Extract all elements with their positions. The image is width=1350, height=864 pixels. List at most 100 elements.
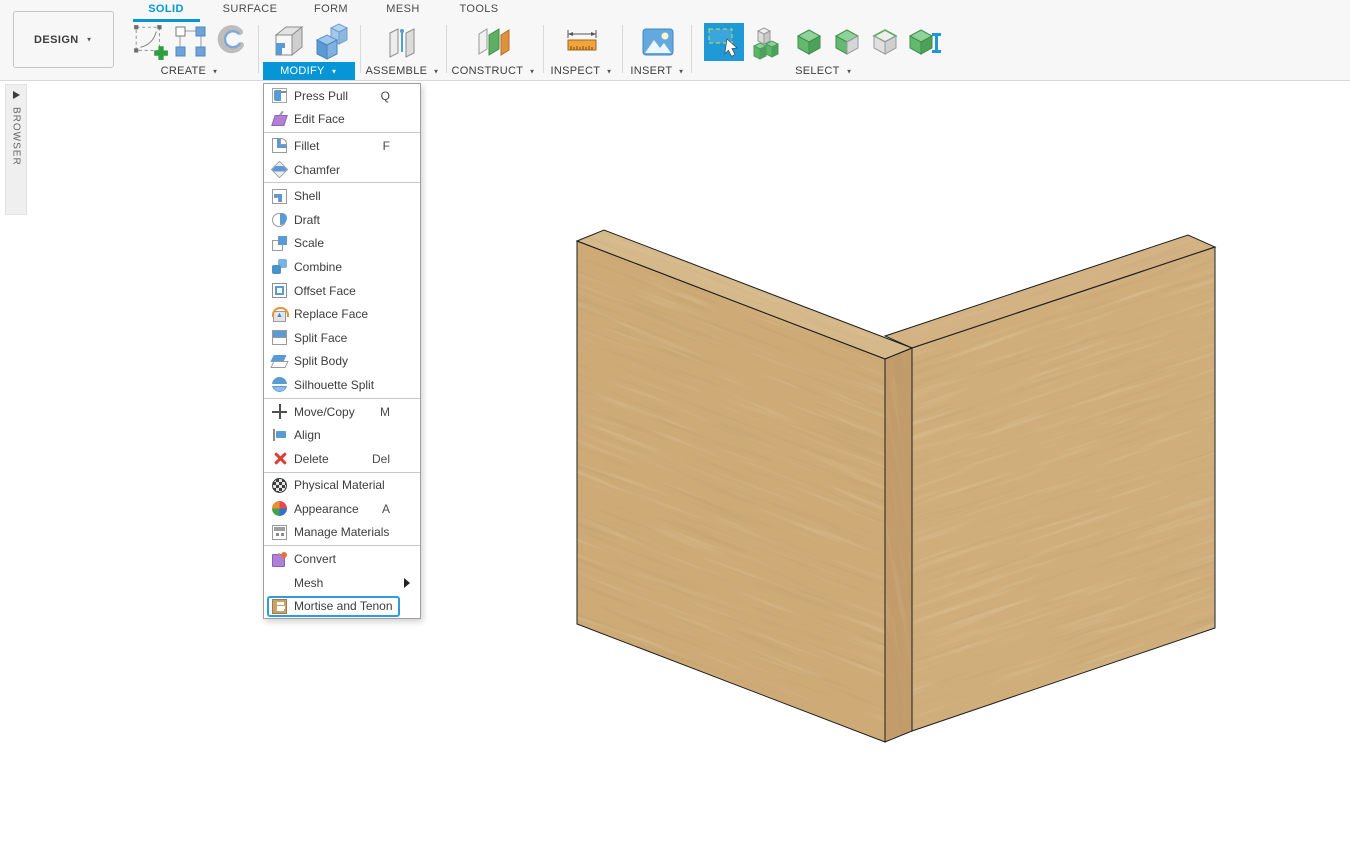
menu-item-delete[interactable]: DeleteDel	[264, 447, 420, 471]
menu-item-draft[interactable]: Draft	[264, 208, 420, 232]
insert-image-icon	[641, 26, 675, 58]
group-create: CREATE	[126, 22, 254, 80]
menu-item-scale[interactable]: Scale	[264, 232, 420, 256]
manage-materials-icon	[272, 525, 287, 540]
tab-mesh[interactable]: MESH	[386, 3, 420, 19]
menu-item-convert[interactable]: Convert	[264, 547, 420, 571]
menu-item-shell[interactable]: Shell	[264, 184, 420, 208]
modify-menu: Press PullQ Edit Face FilletF Chamfer Shell D…	[263, 83, 421, 619]
toolbar-separator	[543, 25, 544, 73]
menu-item-align[interactable]: Align	[264, 423, 420, 447]
menu-item-shortcut: A	[382, 502, 390, 516]
split-face-icon	[272, 330, 287, 345]
tab-tools[interactable]: TOOLS	[459, 3, 499, 19]
toolbar-separator	[258, 25, 259, 73]
menu-item-label: Chamfer	[294, 163, 340, 177]
group-label-modify[interactable]: MODIFY	[263, 62, 355, 80]
chamfer-icon	[271, 161, 288, 178]
group-label-inspect[interactable]: INSPECT	[550, 62, 614, 80]
menu-item-silhouette-split[interactable]: Silhouette Split	[264, 373, 420, 397]
menu-item-combine[interactable]: Combine	[264, 255, 420, 279]
press-pull-button[interactable]	[268, 22, 308, 62]
workspace-switcher[interactable]: DESIGN	[13, 11, 114, 68]
tab-surface[interactable]: SURFACE	[220, 3, 280, 19]
dropdown-caret-icon	[432, 67, 440, 76]
menu-item-mesh[interactable]: Mesh	[264, 571, 420, 595]
scale-icon	[272, 236, 287, 251]
submenu-arrow-icon	[404, 578, 410, 588]
group-label-select[interactable]: SELECT	[698, 62, 950, 80]
assemble-button[interactable]	[385, 24, 421, 60]
create-sketch-button[interactable]	[132, 23, 170, 61]
menu-item-label: Convert	[294, 552, 336, 566]
combine-icon	[272, 259, 287, 274]
group-label-assemble[interactable]: ASSEMBLE	[366, 62, 440, 80]
menu-item-fillet[interactable]: FilletF	[264, 134, 420, 158]
sweep-button[interactable]	[212, 24, 248, 60]
expand-arrow-icon	[13, 91, 20, 99]
dropdown-caret-icon	[330, 67, 338, 76]
menu-item-mortise-and-tenon[interactable]: Mortise and Tenon	[264, 594, 420, 618]
select-text-cursor-button[interactable]	[908, 26, 944, 58]
combine-button[interactable]	[311, 22, 351, 62]
shell-icon	[272, 189, 287, 204]
convert-icon	[272, 552, 287, 567]
menu-item-edit-face[interactable]: Edit Face	[264, 108, 420, 132]
browser-panel-collapsed[interactable]: BROWSER	[5, 84, 27, 215]
menu-item-appearance[interactable]: AppearanceA	[264, 497, 420, 521]
rectangular-pattern-button[interactable]	[173, 24, 209, 60]
dropdown-caret-icon	[677, 67, 685, 76]
select-face-button[interactable]	[832, 26, 862, 58]
menu-item-chamfer[interactable]: Chamfer	[264, 158, 420, 182]
menu-item-label: Replace Face	[294, 307, 368, 321]
select-cursor-icon	[908, 26, 944, 58]
insert-image-button[interactable]	[641, 26, 675, 58]
assemble-icon	[385, 24, 421, 60]
menu-item-label: Draft	[294, 213, 320, 227]
group-label-insert[interactable]: INSERT	[630, 62, 686, 80]
press-pull-icon	[272, 88, 287, 103]
press-pull-toolbar-icon	[268, 22, 308, 62]
delete-icon	[272, 451, 287, 466]
dropdown-caret-icon	[528, 67, 536, 76]
menu-item-label: Offset Face	[294, 284, 356, 298]
menu-item-press-pull[interactable]: Press PullQ	[264, 84, 420, 108]
select-edge-button[interactable]	[870, 26, 900, 58]
menu-item-shortcut: M	[380, 405, 390, 419]
menu-item-physical-material[interactable]: Physical Material	[264, 474, 420, 498]
select-face-icon	[832, 26, 862, 58]
menu-item-label: Combine	[294, 260, 342, 274]
menu-item-shortcut: Q	[381, 89, 390, 103]
select-window-button[interactable]	[704, 23, 744, 61]
construct-button[interactable]	[476, 25, 512, 59]
menu-item-offset-face[interactable]: Offset Face	[264, 279, 420, 303]
group-inspect: INSPECT	[550, 22, 614, 80]
menu-item-label: Delete	[294, 452, 329, 466]
group-label-construct[interactable]: CONSTRUCT	[452, 62, 536, 80]
menu-item-label: Manage Materials	[294, 525, 389, 539]
select-edge-icon	[870, 26, 900, 58]
menu-item-label: Physical Material	[294, 478, 385, 492]
menu-item-replace-face[interactable]: Replace Face	[264, 302, 420, 326]
select-priority-button[interactable]	[752, 24, 786, 60]
combine-toolbar-icon	[311, 22, 351, 62]
menu-item-label: Edit Face	[294, 112, 345, 126]
toolbar-separator	[360, 25, 361, 73]
menu-item-move-copy[interactable]: Move/CopyM	[264, 400, 420, 424]
model-viewport[interactable]	[0, 81, 1350, 859]
edit-face-icon	[272, 112, 287, 127]
menu-item-split-face[interactable]: Split Face	[264, 326, 420, 350]
menu-item-label: Split Body	[294, 354, 348, 368]
menu-item-split-body[interactable]: Split Body	[264, 350, 420, 374]
blank-icon	[272, 575, 287, 590]
select-body-button[interactable]	[794, 26, 824, 58]
split-body-icon	[272, 354, 287, 369]
toolbar-header: DESIGN SOLID SURFACE FORM MESH TOOLS	[0, 0, 1350, 81]
tab-form[interactable]: FORM	[313, 3, 349, 19]
select-body-icon	[794, 26, 824, 58]
menu-item-manage-materials[interactable]: Manage Materials	[264, 521, 420, 545]
menu-item-label: Mesh	[294, 576, 323, 590]
group-label-create[interactable]: CREATE	[126, 62, 254, 80]
tab-solid[interactable]: SOLID	[141, 3, 191, 19]
measure-button[interactable]	[564, 26, 600, 58]
